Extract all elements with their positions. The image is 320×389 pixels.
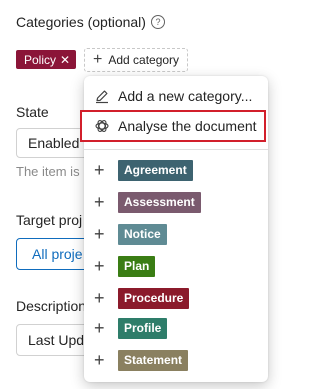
target-projects-value: All proje xyxy=(32,246,83,262)
add-new-category-label: Add a new category... xyxy=(118,88,253,104)
plus-icon: + xyxy=(93,51,103,68)
analyse-document-label: Analyse the document xyxy=(118,118,257,134)
description-label: Description xyxy=(16,298,87,314)
state-value: Enabled xyxy=(28,135,80,151)
description-value: Last Upd xyxy=(28,332,85,348)
category-option-profile[interactable]: + Profile xyxy=(84,316,268,340)
category-tag: Statement xyxy=(118,349,189,371)
plus-icon: + xyxy=(94,160,105,180)
category-tag: Agreement xyxy=(118,159,193,181)
pencil-icon xyxy=(94,88,110,104)
state-label: State xyxy=(16,104,49,120)
analyse-document-item[interactable]: Analyse the document xyxy=(80,110,266,142)
category-option-statement[interactable]: + Statement xyxy=(84,348,268,372)
categories-label: Categories (optional) ? xyxy=(16,14,165,30)
target-projects-label: Target proj xyxy=(16,212,83,228)
add-new-category-item[interactable]: Add a new category... xyxy=(84,82,268,110)
state-helper-text: The item is xyxy=(16,164,80,179)
category-chip-label: Policy xyxy=(24,52,57,67)
category-tag: Notice xyxy=(118,223,167,245)
category-tag: Assessment xyxy=(118,191,201,213)
remove-category-icon[interactable]: ✕ xyxy=(60,54,70,66)
plus-icon: + xyxy=(94,318,105,338)
category-option-notice[interactable]: + Notice xyxy=(84,222,268,246)
category-option-assessment[interactable]: + Assessment xyxy=(84,190,268,214)
plus-icon: + xyxy=(94,224,105,244)
category-option-plan[interactable]: + Plan xyxy=(84,254,268,278)
menu-divider xyxy=(84,149,268,150)
category-chip-policy: Policy ✕ xyxy=(16,50,77,69)
category-tag: Profile xyxy=(118,317,168,339)
add-category-button[interactable]: + Add category xyxy=(84,48,189,72)
category-option-procedure[interactable]: + Procedure xyxy=(84,286,268,310)
category-option-agreement[interactable]: + Agreement xyxy=(84,158,268,182)
ai-knot-icon xyxy=(94,118,110,134)
categories-label-text: Categories (optional) xyxy=(16,14,146,30)
category-tag: Plan xyxy=(118,255,156,277)
plus-icon: + xyxy=(94,256,105,276)
plus-icon: + xyxy=(94,192,105,212)
plus-icon: + xyxy=(94,350,105,370)
category-tag: Procedure xyxy=(118,287,190,309)
help-icon[interactable]: ? xyxy=(150,15,165,29)
plus-icon: + xyxy=(94,288,105,308)
category-menu: Add a new category... Analyse the docume… xyxy=(80,76,268,382)
add-category-label: Add category xyxy=(108,53,180,67)
